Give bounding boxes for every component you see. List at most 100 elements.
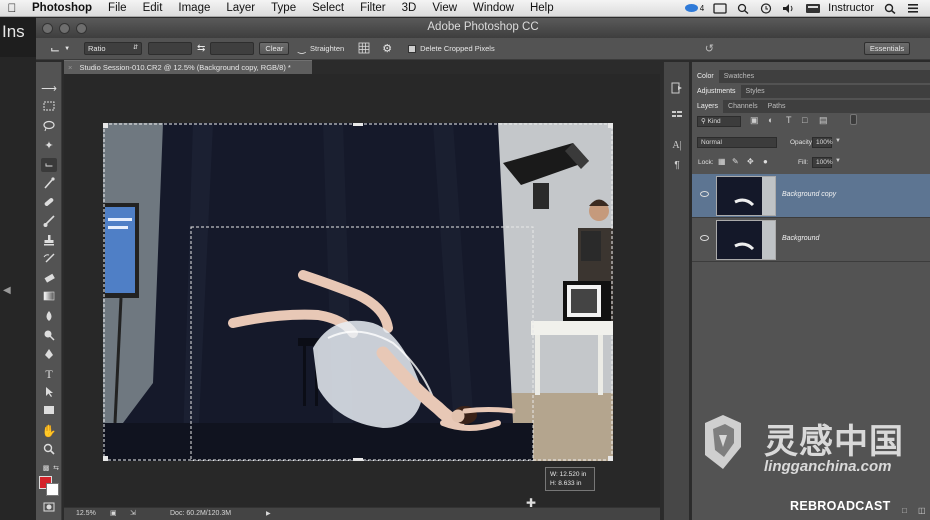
- hand-tool-icon[interactable]: ✋: [41, 424, 57, 438]
- menu-layer[interactable]: Layer: [218, 2, 263, 14]
- crop-settings-gear-icon[interactable]: ⚙: [382, 42, 392, 55]
- notification-list-icon[interactable]: [906, 3, 920, 14]
- properties-panel-icon[interactable]: [670, 109, 684, 121]
- layer-row[interactable]: Background copy: [692, 174, 930, 218]
- layer-name[interactable]: Background copy: [782, 191, 836, 198]
- blur-tool-icon[interactable]: [41, 310, 57, 324]
- filter-adjustment-icon[interactable]: ◐: [768, 115, 773, 125]
- history-panel-icon[interactable]: [670, 82, 684, 94]
- status-menu-arrow-icon[interactable]: ▶: [266, 508, 271, 520]
- character-panel-icon[interactable]: A|: [670, 140, 684, 152]
- status-share-icon[interactable]: ⇲: [130, 508, 136, 520]
- type-tool-icon[interactable]: T: [41, 367, 57, 381]
- menu-select[interactable]: Select: [304, 2, 352, 14]
- reset-icon[interactable]: ↺: [705, 42, 714, 55]
- tab-adjustments[interactable]: Adjustments: [692, 85, 741, 98]
- swap-dimensions-icon[interactable]: ⇆: [197, 43, 205, 54]
- clone-stamp-tool-icon[interactable]: [41, 234, 57, 248]
- filter-type-icon[interactable]: T: [786, 115, 792, 125]
- screen-icon[interactable]: [713, 2, 727, 14]
- menu-view[interactable]: View: [424, 2, 465, 14]
- paragraph-panel-icon[interactable]: ¶: [670, 160, 684, 172]
- tab-paths[interactable]: Paths: [763, 100, 791, 113]
- photo-canvas[interactable]: [103, 123, 613, 461]
- filter-smart-object-icon[interactable]: ▤: [819, 115, 828, 126]
- lock-all-icon[interactable]: ●: [763, 157, 768, 166]
- filter-pixel-icon[interactable]: ▣: [750, 115, 759, 126]
- menu-image[interactable]: Image: [170, 2, 218, 14]
- magnifier-status-icon[interactable]: [736, 3, 750, 14]
- tab-styles[interactable]: Styles: [741, 85, 770, 98]
- quick-selection-tool-icon[interactable]: ✦: [41, 139, 57, 153]
- straighten-label[interactable]: Straighten: [310, 44, 344, 53]
- gradient-tool-icon[interactable]: [41, 291, 57, 305]
- clear-button[interactable]: Clear: [259, 42, 290, 55]
- dodge-tool-icon[interactable]: [41, 329, 57, 343]
- spotlight-icon[interactable]: [883, 3, 897, 14]
- volume-icon[interactable]: [782, 3, 796, 14]
- healing-brush-tool-icon[interactable]: [41, 196, 57, 210]
- workspace-switcher[interactable]: Essentials: [863, 42, 911, 55]
- menu-file[interactable]: File: [100, 2, 135, 14]
- layer-name[interactable]: Background: [782, 235, 819, 242]
- delete-layer-icon[interactable]: ◫: [918, 506, 926, 515]
- menu-filter[interactable]: Filter: [352, 2, 394, 14]
- new-layer-icon[interactable]: □: [902, 506, 907, 515]
- layer-visibility-eye-icon[interactable]: [700, 191, 709, 197]
- lasso-tool-icon[interactable]: [41, 120, 57, 134]
- apple-icon[interactable]: : [0, 1, 24, 15]
- brush-tool-icon[interactable]: [41, 215, 57, 229]
- height-field[interactable]: [210, 42, 255, 55]
- layer-row[interactable]: Background: [692, 218, 930, 262]
- tab-swatches[interactable]: Swatches: [719, 70, 759, 83]
- zoom-tool-icon[interactable]: [41, 443, 57, 457]
- creative-cloud-icon[interactable]: 4: [684, 3, 704, 13]
- crop-tool-icon[interactable]: ⌙: [41, 158, 57, 172]
- overlay-grid-icon[interactable]: [358, 42, 370, 56]
- quick-mask-icon[interactable]: [41, 502, 57, 516]
- delete-cropped-checkbox[interactable]: Delete Cropped Pixels: [408, 44, 495, 53]
- layer-filter-kind[interactable]: ⚲ Kind: [697, 116, 741, 127]
- tab-channels[interactable]: Channels: [723, 100, 763, 113]
- tab-color[interactable]: Color: [692, 70, 719, 83]
- opacity-field[interactable]: 100%: [812, 137, 833, 148]
- move-tool-icon[interactable]: ⟶: [41, 82, 57, 96]
- canvas-area[interactable]: [64, 74, 660, 507]
- crop-tool-preset-icon[interactable]: ⌙: [50, 42, 60, 56]
- menu-window[interactable]: Window: [465, 2, 522, 14]
- background-color-swatch[interactable]: [46, 483, 59, 496]
- status-preview-icon[interactable]: ▣: [110, 508, 117, 520]
- marquee-tool-icon[interactable]: [41, 101, 57, 115]
- opacity-dropdown-icon[interactable]: ▼: [835, 138, 841, 144]
- keyboard-icon[interactable]: [805, 3, 821, 14]
- menu-edit[interactable]: Edit: [135, 2, 171, 14]
- menu-help[interactable]: Help: [522, 2, 562, 14]
- user-name[interactable]: Instructor: [828, 2, 874, 14]
- time-machine-icon[interactable]: [759, 2, 773, 14]
- fill-field[interactable]: 100%: [812, 157, 833, 168]
- tab-layers[interactable]: Layers: [692, 100, 724, 113]
- menu-app[interactable]: Photoshop: [24, 2, 100, 14]
- close-document-icon[interactable]: ×: [68, 63, 72, 72]
- eyedropper-tool-icon[interactable]: [41, 177, 57, 191]
- filter-shape-icon[interactable]: □: [802, 115, 807, 125]
- filter-toggle-icon[interactable]: [850, 114, 857, 125]
- rectangle-tool-icon[interactable]: [41, 405, 57, 419]
- swap-colors-icon[interactable]: ⇆: [48, 462, 64, 476]
- layer-visibility-eye-icon[interactable]: [700, 235, 709, 241]
- pen-tool-icon[interactable]: [41, 348, 57, 362]
- straighten-icon[interactable]: ⏝: [297, 43, 306, 54]
- menu-type[interactable]: Type: [263, 2, 304, 14]
- zoom-level[interactable]: 12.5%: [76, 508, 96, 520]
- blend-mode-select[interactable]: Normal: [697, 137, 777, 148]
- menu-3d[interactable]: 3D: [394, 2, 425, 14]
- eraser-tool-icon[interactable]: [41, 272, 57, 286]
- history-brush-tool-icon[interactable]: [41, 253, 57, 267]
- preset-dropdown-arrow-icon[interactable]: ▼: [64, 46, 70, 52]
- document-tab[interactable]: × Studio Session-010.CR2 @ 12.5% (Backgr…: [64, 60, 312, 74]
- lock-transparent-icon[interactable]: ▦: [718, 157, 726, 166]
- left-arrow-icon[interactable]: ◀: [3, 285, 11, 296]
- ratio-select[interactable]: Ratio ⇵: [84, 42, 143, 55]
- lock-image-icon[interactable]: ✎: [732, 157, 739, 166]
- path-selection-tool-icon[interactable]: [41, 386, 57, 400]
